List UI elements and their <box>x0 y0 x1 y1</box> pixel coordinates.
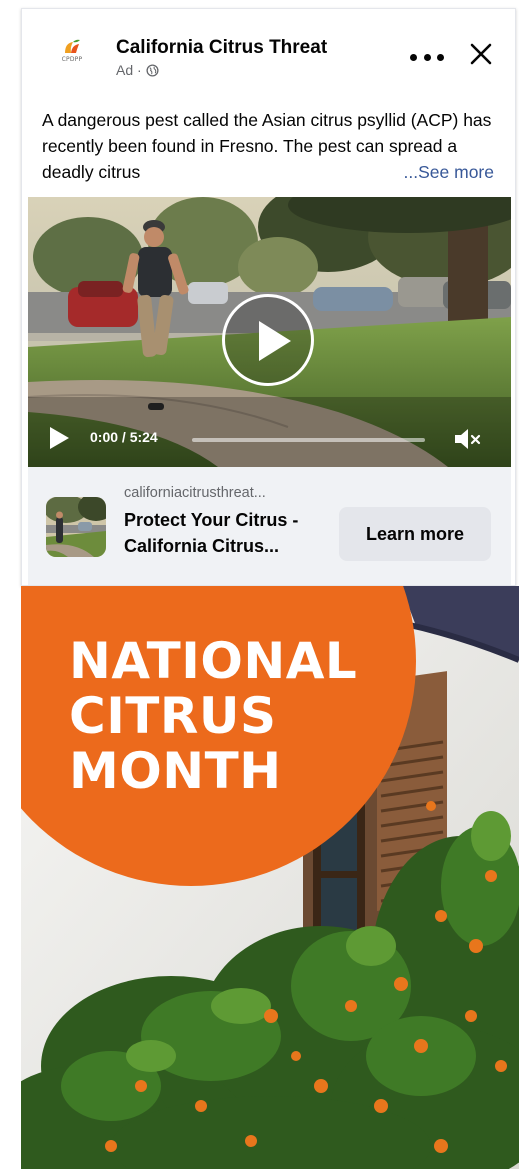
advertiser-logo[interactable]: CPDPP <box>54 39 90 75</box>
citrus-month-banner: NATIONAL CITRUS MONTH <box>21 586 519 1169</box>
globe-icon[interactable] <box>146 63 159 77</box>
more-horizontal-icon <box>410 53 417 61</box>
advertiser-name[interactable]: California Citrus Threat <box>116 37 327 59</box>
video-progress-bar[interactable] <box>192 438 425 442</box>
close-button[interactable] <box>468 41 494 67</box>
close-icon <box>470 43 492 65</box>
headline-line-1: NATIONAL <box>69 632 358 690</box>
video-controls: 0:00 / 5:24 <box>28 417 511 461</box>
sponsored-line: Ad · <box>116 62 159 78</box>
ad-card: CPDPP California Citrus Threat Ad · A da… <box>21 8 516 586</box>
headline-line-3: MONTH <box>69 742 282 800</box>
learn-more-button[interactable]: Learn more <box>339 507 491 561</box>
banner-headline: NATIONAL CITRUS MONTH <box>69 634 399 799</box>
ad-body-text: A dangerous pest called the Asian citrus… <box>42 107 498 185</box>
play-icon[interactable] <box>222 294 314 386</box>
link-title[interactable]: Protect Your Citrus - California Citrus.… <box>124 507 329 559</box>
citrus-logo-icon <box>65 39 80 53</box>
see-more-link[interactable]: ...See more <box>399 159 494 185</box>
video-player[interactable]: 0:00 / 5:24 <box>28 197 511 467</box>
link-domain[interactable]: californiacitrusthreat... <box>124 485 266 501</box>
video-time: 0:00 / 5:24 <box>90 429 158 445</box>
thumbnail-image <box>46 497 106 557</box>
more-options-button[interactable] <box>410 45 444 69</box>
play-button[interactable] <box>48 427 70 449</box>
link-preview[interactable]: californiacitrusthreat... Protect Your C… <box>28 467 511 585</box>
sponsored-label: Ad · <box>116 62 142 78</box>
headline-line-2: CITRUS <box>69 687 277 745</box>
ad-header: CPDPP California Citrus Threat Ad · <box>22 9 515 89</box>
link-thumbnail[interactable] <box>46 497 106 557</box>
volume-muted-icon[interactable] <box>452 426 484 452</box>
logo-text: CPDPP <box>61 56 83 63</box>
